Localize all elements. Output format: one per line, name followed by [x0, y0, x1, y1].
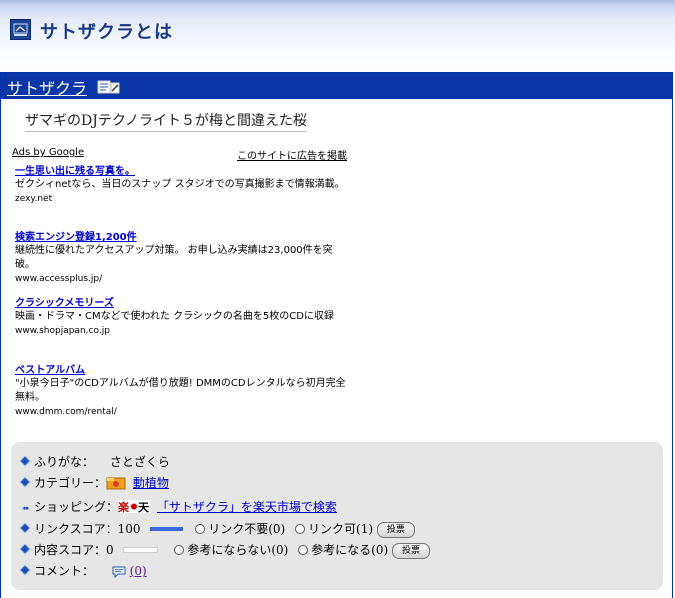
link-unneeded-radio[interactable]	[195, 523, 206, 534]
ads-by-google-link[interactable]: Ads by Google	[12, 147, 84, 158]
link-score-value: 100	[117, 522, 141, 536]
edit-icon[interactable]	[97, 79, 121, 95]
ad-title-link[interactable]: クラシックメモリーズ	[15, 297, 347, 310]
content-score-value: 0	[106, 543, 114, 557]
bullet-icon	[20, 565, 30, 574]
rakuten-search-link[interactable]: 「サトザクラ」を楽天市場で検索	[157, 500, 337, 514]
comment-label: コメント：	[34, 564, 95, 578]
link-vote-button[interactable]: 投票	[376, 521, 415, 538]
panel-title-bar: サトザクラ	[1, 73, 672, 99]
shopping-label: ショッピング：	[34, 500, 119, 514]
ad-url: www.shopjapan.co.jp	[15, 326, 110, 336]
ad-item: 検索エンジン登録1,200件 継続性に優れたアクセスアップ対策。 お申し込み実績…	[15, 231, 347, 286]
bullet-icon	[20, 544, 30, 553]
comment-count-link[interactable]: (0)	[130, 564, 147, 578]
content-vote-button[interactable]: 投票	[391, 542, 430, 559]
term-subtitle: ザマギのDJテクノライト５が梅と間違えた桜	[25, 110, 307, 132]
link-ok-label: リンク可(1)	[308, 522, 374, 536]
place-ad-link[interactable]: このサイトに広告を掲載	[237, 147, 347, 162]
ad-url: zexy.net	[15, 194, 53, 204]
not-useful-radio[interactable]	[174, 544, 185, 555]
category-link[interactable]: 動植物	[133, 476, 169, 490]
content-score-label: 内容スコア：	[34, 543, 107, 557]
category-label: カテゴリー：	[34, 476, 107, 490]
bullet-icon	[20, 523, 30, 532]
term-info-box: ふりがな： さとざくら カテゴリー： 動植物 ➠ ショッピング： 楽 天 「サトザ…	[11, 442, 663, 590]
bullet-icon	[20, 456, 30, 465]
ad-description: 映画・ドラマ・CMなどで使われた クラシックの名曲を5枚のCDに収録	[15, 311, 334, 322]
ad-item: クラシックメモリーズ 映画・ドラマ・CMなどで使われた クラシックの名曲を5枚の…	[15, 297, 347, 338]
term-panel: サトザクラ ザマギのDJテクノライト５が梅と間違えた桜 Ads by Googl…	[0, 72, 673, 598]
category-row: カテゴリー： 動植物	[20, 474, 169, 491]
ad-item: 一生思い出に残る写真を。 ゼクシィnetなら、当日のスナップ スタジオでの写真撮…	[15, 165, 347, 206]
link-score-label: リンクスコア：	[34, 522, 118, 536]
svg-text:楽: 楽	[118, 500, 130, 513]
term-title-link[interactable]: サトザクラ	[7, 75, 87, 99]
bullet-icon	[20, 477, 30, 486]
ad-description: 継続性に優れたアクセスアップ対策。 お申し込み実績は23,000件を突破。	[15, 245, 333, 270]
comment-icon	[112, 566, 126, 578]
ad-title-link[interactable]: 一生思い出に残る写真を。	[15, 165, 347, 178]
ad-title-link[interactable]: 検索エンジン登録1,200件	[15, 231, 347, 244]
category-icon	[106, 477, 126, 489]
link-score-row: リンクスコア：100 リンク不要(0) リンク可(1) 投票	[20, 520, 415, 538]
ad-title-link[interactable]: ベストアルバム	[15, 364, 347, 377]
dictionary-logo-icon	[10, 19, 31, 40]
ad-item: ベストアルバム "小泉今日子"のCDアルバムが借り放題! DMMのCDレンタルな…	[15, 364, 347, 419]
furigana-label: ふりがな：	[34, 455, 95, 469]
ad-description: "小泉今日子"のCDアルバムが借り放題! DMMのCDレンタルなら初月完全無料。	[15, 378, 346, 403]
content-score-bar	[123, 546, 159, 553]
useful-label: 参考になる(0)	[311, 543, 389, 557]
not-useful-label: 参考にならない(0)	[187, 543, 289, 557]
subtitle-text: ザマギのDJテクノライト５が梅と間違えた桜	[25, 113, 307, 132]
shopping-row: ➠ ショッピング： 楽 天 「サトザクラ」を楽天市場で検索	[22, 498, 337, 515]
content-score-row: 内容スコア：0 参考にならない(0) 参考になる(0) 投票	[20, 541, 430, 559]
rakuten-icon: 楽 天	[118, 500, 151, 513]
svg-text:天: 天	[138, 501, 150, 513]
useful-radio[interactable]	[298, 544, 309, 555]
page-header: サトザクラとは	[0, 0, 675, 72]
link-unneeded-label: リンク不要(0)	[208, 522, 286, 536]
ad-url: www.dmm.com/rental/	[15, 407, 117, 417]
furigana-value: さとざくら	[109, 455, 170, 469]
ad-url: www.accessplus.jp/	[15, 274, 103, 284]
link-score-bar	[150, 526, 184, 531]
comment-row: コメント： (0)	[20, 562, 147, 579]
page-title: サトザクラとは	[40, 22, 173, 43]
arrow-bullet-icon: ➠	[22, 504, 30, 514]
furigana-row: ふりがな： さとざくら	[20, 453, 170, 470]
ad-description: ゼクシィnetなら、当日のスナップ スタジオでの写真撮影まで情報満載。	[15, 179, 345, 190]
link-ok-radio[interactable]	[295, 523, 306, 534]
